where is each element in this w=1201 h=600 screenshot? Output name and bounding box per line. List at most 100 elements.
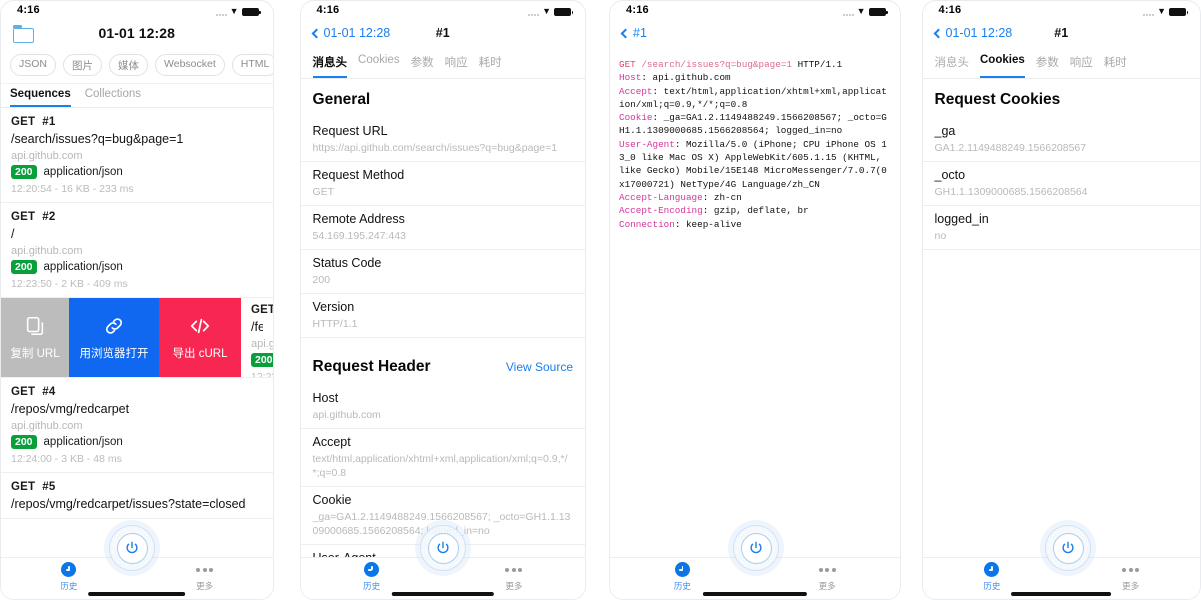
filter-chip-json[interactable]: JSON <box>10 54 57 76</box>
folder-icon[interactable] <box>13 25 34 43</box>
more-dots-icon <box>818 562 836 577</box>
phone-panel-source: 4:16 ▼ #1 GET /search/issues?q=bug&page=… <box>609 0 901 600</box>
tab-headers[interactable]: 消息头 <box>935 54 970 78</box>
tab-timing[interactable]: 耗时 <box>1104 54 1127 78</box>
power-button-floating[interactable] <box>1045 525 1091 571</box>
kv-key: Host <box>312 391 339 405</box>
tab-timing[interactable]: 耗时 <box>479 54 502 78</box>
headers-scroll-area[interactable]: General Request URL https://api.github.c… <box>300 79 586 557</box>
request-index: #4 <box>42 386 56 398</box>
power-button-floating[interactable] <box>420 525 466 571</box>
back-label: 01-01 12:28 <box>945 26 1013 40</box>
swipe-action-export-curl[interactable]: 导出 cURL <box>159 298 241 377</box>
request-list-item[interactable]: GET #1 /search/issues?q=bug&page=1 api.gi… <box>1 108 273 203</box>
filter-chip-image[interactable]: 图片 <box>63 54 103 76</box>
battery-icon <box>241 8 261 16</box>
chevron-left-icon <box>311 28 321 38</box>
status-bar: 4:16 ▼ <box>923 1 1201 17</box>
tab-more[interactable]: 更多 <box>443 562 585 592</box>
status-indicators: ▼ <box>528 6 574 16</box>
back-button[interactable]: 01-01 12:28 <box>311 26 390 40</box>
tab-cookies[interactable]: Cookies <box>358 54 400 78</box>
tab-more[interactable]: 更多 <box>137 562 273 592</box>
view-source-link[interactable]: View Source <box>506 360 573 374</box>
filter-chip-websocket[interactable]: Websocket <box>155 54 225 76</box>
swipe-action-group: 复制 URL 用浏览器打开 导出 cURL <box>1 298 241 377</box>
request-index: #2 <box>42 211 56 223</box>
filter-chip-html[interactable]: HTML <box>231 54 273 76</box>
tab-params[interactable]: 参数 <box>1036 54 1059 78</box>
wifi-icon: ▼ <box>229 6 239 16</box>
status-indicators: ▼ <box>1143 7 1188 16</box>
power-button-floating[interactable] <box>733 525 779 571</box>
tab-more[interactable]: 更多 <box>1061 562 1200 592</box>
tab-history[interactable]: 历史 <box>301 562 443 592</box>
request-path: /feeds <box>251 320 263 334</box>
segment-tab-sequences[interactable]: Sequences <box>10 88 71 107</box>
chevron-left-icon <box>933 28 943 38</box>
status-time: 4:16 <box>316 4 340 16</box>
tab-label: 历史 <box>983 581 1001 591</box>
request-method: GET <box>251 304 273 316</box>
section-title-request-header: Request Header <box>312 358 431 375</box>
kv-key: Version <box>312 300 355 314</box>
cookie-key: _octo <box>934 168 966 182</box>
tab-history[interactable]: 历史 <box>923 562 1062 592</box>
request-path: /search/issues?q=bug&page=1 <box>11 132 184 146</box>
home-indicator <box>87 592 186 596</box>
power-button-inner <box>427 532 459 564</box>
swipe-action-open-in-browser[interactable]: 用浏览器打开 <box>69 298 159 377</box>
kv-version: Version HTTP/1.1 <box>300 294 586 338</box>
tab-history[interactable]: 历史 <box>1 562 137 592</box>
back-button[interactable]: #1 <box>620 26 647 40</box>
cookie-value: GH1.1.1309000685.1566208564 <box>934 186 1088 198</box>
power-button-floating[interactable] <box>109 525 155 571</box>
signal-dots-icon <box>1143 14 1155 16</box>
tab-more[interactable]: 更多 <box>755 562 900 592</box>
request-list-item[interactable]: GET #5 /repos/vmg/redcarpet/issues?state=… <box>1 473 273 519</box>
request-content-type: application/json <box>43 436 123 448</box>
section-title-general: General <box>312 91 371 108</box>
cookie-row-ga: _ga GA1.2.1149488249.1566208567 <box>922 118 1200 162</box>
power-icon <box>748 540 764 556</box>
swipe-action-copy-url[interactable]: 复制 URL <box>1 298 69 377</box>
cookie-row-logged-in: logged_in no <box>922 206 1200 250</box>
signal-dots-icon <box>842 14 854 16</box>
tab-params[interactable]: 参数 <box>411 54 434 78</box>
wifi-icon: ▼ <box>542 6 552 16</box>
request-list-item[interactable]: GET #2 / api.github.com 200 application/j… <box>1 203 273 298</box>
clock-icon <box>61 562 77 577</box>
tab-response[interactable]: 响应 <box>445 54 468 78</box>
clock-icon <box>364 562 380 577</box>
filter-chip-media[interactable]: 媒体 <box>109 54 149 76</box>
request-list-item[interactable]: GET #4 /repos/vmg/redcarpet api.github.co… <box>1 378 273 473</box>
swipe-action-label: 导出 cURL <box>172 347 228 360</box>
request-summary[interactable]: GET#3 /feeds api.github.com 200 applicat… <box>241 298 273 377</box>
cookie-value: GA1.2.1149488249.1566208567 <box>934 142 1087 154</box>
tab-cookies[interactable]: Cookies <box>980 54 1025 78</box>
power-icon <box>435 540 451 556</box>
kv-value: GET <box>312 186 335 198</box>
request-list[interactable]: GET #1 /search/issues?q=bug&page=1 api.gi… <box>1 108 273 557</box>
chevron-left-icon <box>620 28 631 38</box>
tab-headers[interactable]: 消息头 <box>312 54 348 78</box>
request-list-item-swiped[interactable]: 复制 URL 用浏览器打开 导出 cURL GE /f api. 200 12:… <box>1 298 273 378</box>
segment-tab-collections[interactable]: Collections <box>85 88 141 107</box>
tab-history[interactable]: 历史 <box>610 562 755 592</box>
raw-source-text[interactable]: GET /search/issues?q=bug&page=1 HTTP/1.1… <box>610 49 899 557</box>
screenshot-stage: 4:16 ▼ 01-01 12:28 JSON 图片 媒体 Websocket … <box>0 0 1201 600</box>
request-method-index: GET #1 <box>11 116 263 128</box>
back-button[interactable]: 01-01 12:28 <box>933 26 1013 40</box>
status-badge: 200 <box>251 353 273 367</box>
request-method: GET <box>11 211 36 223</box>
kv-key: Accept <box>312 435 351 449</box>
kv-value: https://api.github.com/search/issues?q=b… <box>312 142 558 154</box>
signal-dots-icon <box>215 14 227 16</box>
request-meta: 200 application/json <box>11 435 263 449</box>
tab-response[interactable]: 响应 <box>1070 54 1093 78</box>
kv-accept: Accept text/html,application/xhtml+xml,a… <box>300 429 586 487</box>
cookies-scroll-area[interactable]: Request Cookies _ga GA1.2.1149488249.156… <box>922 79 1200 557</box>
tab-label: 历史 <box>60 581 78 591</box>
tab-label: 更多 <box>505 581 523 591</box>
home-indicator <box>702 592 807 596</box>
